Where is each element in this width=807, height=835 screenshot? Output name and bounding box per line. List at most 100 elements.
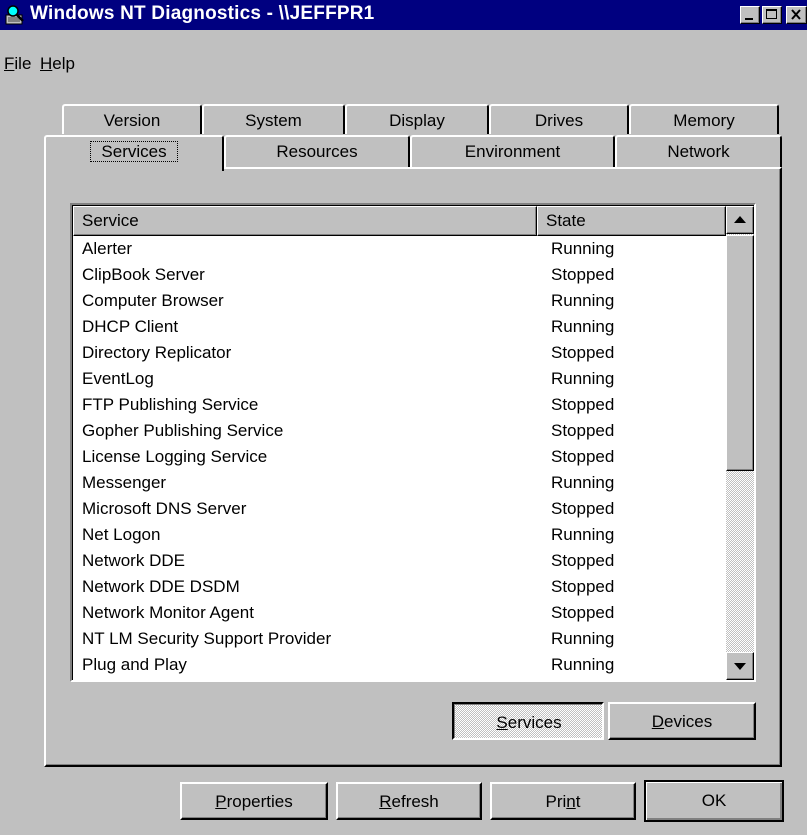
diagnostics-magnifier-icon[interactable] (4, 4, 26, 26)
column-header-service-label: Service (82, 211, 139, 230)
service-state: Stopped (551, 577, 615, 596)
table-row[interactable]: License Logging Service Stopped (73, 445, 725, 471)
table-row[interactable]: Alerter Running (73, 237, 725, 263)
tab-drives-label: Drives (534, 111, 584, 130)
table-row[interactable]: Plug and Play Running (73, 653, 725, 679)
services-list-body: Service State Alerter Running ClipBook Ser… (72, 205, 754, 680)
tab-version[interactable]: Version (62, 104, 202, 134)
print-button[interactable]: Print (490, 782, 636, 820)
tab-network-label: Network (667, 142, 730, 161)
maximize-button[interactable] (762, 6, 782, 24)
service-state: Stopped (551, 343, 615, 362)
close-button[interactable] (786, 6, 807, 24)
service-state: Running (551, 473, 615, 492)
table-row[interactable]: NT LM Security Support Provider Running (73, 627, 725, 653)
service-state: Running (551, 317, 615, 336)
tab-environment[interactable]: Environment (410, 135, 615, 167)
service-name: EventLog (82, 369, 154, 388)
tab-drives[interactable]: Drives (489, 104, 629, 134)
menu-file[interactable]: File (4, 54, 31, 74)
service-state: Running (551, 369, 615, 388)
table-row[interactable]: Network DDE Stopped (73, 549, 725, 575)
services-view-label: ervices (507, 713, 562, 732)
diagnostics-window: Windows NT Diagnostics - \\JEFFPR1 File … (0, 0, 807, 835)
service-state: Stopped (551, 551, 615, 570)
service-name: License Logging Service (82, 447, 268, 466)
table-row[interactable]: Network Monitor Agent Stopped (73, 601, 725, 627)
table-row[interactable]: Computer Browser Running (73, 289, 725, 315)
service-state: Stopped (551, 603, 615, 622)
table-row[interactable]: FTP Publishing Service Stopped (73, 393, 725, 419)
service-state: Running (551, 655, 615, 674)
table-row[interactable]: ClipBook Server Stopped (73, 263, 725, 289)
service-name: Network DDE DSDM (82, 577, 240, 596)
service-state: Stopped (551, 395, 615, 414)
tab-resources-label: Resources (276, 142, 358, 161)
refresh-accel: R (379, 792, 392, 811)
services-list[interactable]: Service State Alerter Running ClipBook Ser… (70, 203, 756, 682)
title-bar[interactable]: Windows NT Diagnostics - \\JEFFPR1 (0, 0, 807, 30)
menu-help-label: elp (52, 54, 75, 73)
tab-display[interactable]: Display (345, 104, 489, 134)
devices-view-accel: D (651, 712, 665, 731)
service-name: Alerter (82, 239, 133, 258)
scroll-thumb[interactable] (726, 235, 754, 471)
tab-services[interactable]: Services (44, 135, 224, 171)
devices-view-button[interactable]: Devices (608, 702, 756, 740)
tab-system[interactable]: System (202, 104, 345, 134)
vertical-scrollbar[interactable] (726, 206, 754, 680)
print-label-pre: Pri (545, 792, 567, 811)
tab-system-label: System (245, 111, 302, 130)
table-row[interactable]: Directory Replicator Stopped (73, 341, 725, 367)
minimize-button[interactable] (740, 6, 760, 24)
ok-label: OK (701, 791, 727, 810)
service-name: Plug and Play (82, 655, 187, 674)
table-row[interactable]: DHCP Client Running (73, 315, 725, 341)
table-row[interactable]: Network DDE DSDM Stopped (73, 575, 725, 601)
service-name: Net Logon (82, 525, 161, 544)
window-title: Windows NT Diagnostics - \\JEFFPR1 (30, 3, 375, 24)
scroll-up-button[interactable] (726, 206, 754, 234)
menu-file-accel: F (4, 54, 15, 73)
service-state: Stopped (551, 499, 615, 518)
tab-display-label: Display (389, 111, 445, 130)
service-name: Microsoft DNS Server (82, 499, 247, 518)
refresh-label: efresh (391, 792, 439, 811)
tab-network[interactable]: Network (615, 135, 782, 167)
column-header-state[interactable]: State (537, 206, 726, 236)
scroll-down-button[interactable] (726, 652, 754, 680)
services-view-button[interactable]: Services (452, 702, 604, 740)
tab-services-label: Services (90, 141, 178, 162)
tab-memory-label: Memory (673, 111, 735, 130)
table-row[interactable]: Messenger Running (73, 471, 725, 497)
devices-view-label: evices (664, 712, 713, 731)
service-name: FTP Publishing Service (82, 395, 259, 414)
properties-label: roperties (226, 792, 293, 811)
menu-help[interactable]: Help (40, 54, 75, 74)
service-name: Network Monitor Agent (82, 603, 254, 622)
tab-resources[interactable]: Resources (224, 135, 410, 167)
service-name: Directory Replicator (82, 343, 232, 362)
column-header-service[interactable]: Service (73, 206, 537, 236)
ok-button[interactable]: OK (644, 780, 784, 822)
table-row[interactable]: Gopher Publishing Service Stopped (73, 419, 725, 445)
table-row[interactable]: Microsoft DNS Server Stopped (73, 497, 725, 523)
print-label-post: t (575, 792, 581, 811)
service-name: DHCP Client (82, 317, 179, 336)
service-name: NT LM Security Support Provider (82, 629, 332, 648)
table-row[interactable]: EventLog Running (73, 367, 725, 393)
table-row[interactable]: Net Logon Running (73, 523, 725, 549)
service-state: Stopped (551, 265, 615, 284)
tab-memory[interactable]: Memory (629, 104, 779, 134)
service-state: Running (551, 629, 615, 648)
tab-environment-label: Environment (464, 142, 561, 161)
service-name: ClipBook Server (82, 265, 205, 284)
services-view-accel: S (496, 713, 508, 732)
service-state: Stopped (551, 447, 615, 466)
print-accel: n (566, 792, 576, 811)
properties-accel: P (215, 792, 227, 811)
service-rows: Alerter Running ClipBook Server Stopped Comp… (73, 237, 725, 679)
menu-help-accel: H (40, 54, 53, 73)
refresh-button[interactable]: Refresh (336, 782, 482, 820)
properties-button[interactable]: Properties (180, 782, 328, 820)
